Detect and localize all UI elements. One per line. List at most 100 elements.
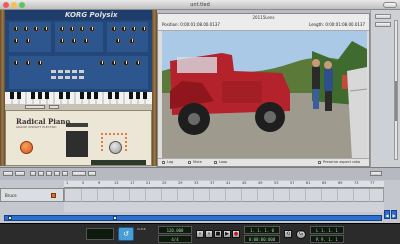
synth-knob[interactable] — [83, 38, 89, 44]
pencil-tool-button[interactable] — [38, 171, 44, 176]
quantize-button[interactable] — [88, 171, 96, 176]
stop-icon[interactable]: ■ — [214, 230, 222, 238]
piano-subtitle: GRAND UPRIGHT ELECTRIC — [16, 125, 57, 129]
razor-tool-button[interactable] — [54, 171, 60, 176]
fast-forward-icon[interactable]: » — [205, 230, 213, 238]
lane-gridline — [193, 189, 194, 203]
time-display[interactable]: 0:00:00:000 — [244, 235, 280, 243]
synth-switch[interactable] — [79, 76, 84, 79]
preserve-aspect-checkbox[interactable] — [318, 161, 321, 164]
scrollbar-thumb[interactable] — [395, 81, 397, 121]
device-rack: KORG Polysix Radical Piano GRAND UPRIGHT… — [0, 10, 157, 166]
click-metronome-icon[interactable]: ↺ — [118, 227, 134, 241]
loop-icon[interactable]: ⟲ — [284, 230, 292, 238]
synth-switch[interactable] — [72, 76, 77, 79]
arrange-button[interactable] — [3, 171, 13, 176]
mute-tool-button[interactable] — [62, 171, 68, 176]
loop-label: Loop — [219, 160, 228, 164]
synth-switch[interactable] — [58, 76, 63, 79]
polysix-synth: KORG Polysix — [5, 10, 152, 110]
loop-checkbox[interactable] — [214, 161, 217, 164]
synth-knob[interactable] — [131, 26, 137, 32]
synth-knob[interactable] — [115, 38, 121, 44]
synth-knob[interactable] — [71, 38, 77, 44]
eraser-tool-button[interactable] — [46, 171, 52, 176]
piano-volume-knob[interactable] — [109, 141, 122, 154]
right-locator-display[interactable]: R 9. 1. 1 — [310, 235, 344, 243]
piano-tone-knob[interactable] — [20, 141, 33, 154]
log-checkbox[interactable] — [162, 161, 165, 164]
rewind-icon[interactable]: « — [196, 230, 204, 238]
synth-knob[interactable] — [25, 38, 31, 44]
scroll-left-icon[interactable]: ◀ — [384, 210, 390, 219]
synth-knob[interactable] — [37, 60, 43, 66]
synth-knob[interactable] — [23, 26, 29, 32]
piano-patch-panel — [66, 131, 88, 157]
sidebar-button[interactable] — [375, 22, 391, 27]
synth-knob[interactable] — [129, 38, 135, 44]
synth-knob[interactable] — [25, 60, 31, 66]
ruler-number: 5 — [82, 181, 85, 185]
ruler-number: 9 — [98, 181, 101, 185]
left-locator-display[interactable]: L 1. 1. 1 — [310, 226, 344, 234]
track-header[interactable]: Bruce — [0, 188, 64, 202]
navigator-left-handle[interactable] — [8, 216, 12, 220]
synth-switch[interactable] — [79, 70, 84, 73]
navigator-right-handle[interactable] — [113, 216, 117, 220]
lane-gridline — [241, 189, 242, 203]
track-lane[interactable] — [64, 188, 384, 203]
song-navigator[interactable] — [4, 215, 382, 221]
timeline-ruler[interactable]: 1 5 9 13 17 21 25 29 33 37 41 45 49 53 5… — [64, 181, 384, 188]
synth-knob[interactable] — [59, 38, 65, 44]
play-icon[interactable]: ▶ — [223, 230, 231, 238]
synth-bank-button[interactable] — [49, 105, 59, 109]
gear-icon[interactable]: G — [296, 230, 306, 239]
synth-switch[interactable] — [51, 76, 56, 79]
synth-knob[interactable] — [141, 26, 147, 32]
synth-knob[interactable] — [111, 26, 117, 32]
synth-knob[interactable] — [13, 26, 19, 32]
lane-gridline — [145, 189, 146, 203]
record-icon[interactable]: ● — [232, 230, 240, 238]
synth-knob[interactable] — [13, 38, 19, 44]
synth-knob[interactable] — [13, 60, 19, 66]
synth-patch-button[interactable] — [25, 105, 45, 109]
lane-gridline — [113, 189, 114, 203]
pointer-tool-button[interactable] — [30, 171, 36, 176]
synth-knob[interactable] — [69, 26, 75, 32]
synth-switch[interactable] — [65, 76, 70, 79]
empty-lane[interactable] — [64, 202, 384, 212]
synth-knob[interactable] — [135, 60, 141, 66]
synth-knob[interactable] — [33, 26, 39, 32]
synth-knob[interactable] — [121, 26, 127, 32]
lane-gridline — [273, 189, 274, 203]
led-dot — [117, 133, 119, 135]
zoom-button[interactable] — [370, 171, 382, 176]
synth-knob[interactable] — [111, 60, 117, 66]
synth-switch[interactable] — [72, 70, 77, 73]
log-label: Log — [167, 160, 174, 164]
ruler-number: 49 — [258, 181, 263, 185]
rack-scrollbar[interactable] — [394, 20, 398, 160]
synth-knob[interactable] — [123, 60, 129, 66]
signature-display[interactable]: 4/4 — [158, 235, 192, 243]
synth-knob[interactable] — [43, 26, 49, 32]
tempo-display[interactable]: 120.000 — [158, 226, 192, 234]
snap-select[interactable] — [72, 171, 86, 176]
synth-knob[interactable] — [59, 26, 65, 32]
synth-keyboard-strip[interactable] — [5, 92, 152, 104]
synth-knob[interactable] — [89, 26, 95, 32]
synth-knob[interactable] — [99, 60, 105, 66]
sidebar-button[interactable] — [375, 14, 391, 19]
synth-switch[interactable] — [65, 70, 70, 73]
edit-button[interactable] — [15, 171, 25, 176]
toolbar-toggle-button[interactable] — [383, 2, 397, 8]
radical-piano-device: Radical Piano GRAND UPRIGHT ELECTRIC — [5, 110, 152, 166]
position-display[interactable]: 1. 1. 1. 0 — [244, 226, 280, 234]
synth-switch[interactable] — [58, 70, 63, 73]
scroll-right-icon[interactable]: ▶ — [391, 210, 397, 219]
synth-knob[interactable] — [79, 26, 85, 32]
piano-footer-display — [91, 160, 146, 165]
mute-checkbox[interactable] — [188, 161, 191, 164]
synth-switch[interactable] — [51, 70, 56, 73]
